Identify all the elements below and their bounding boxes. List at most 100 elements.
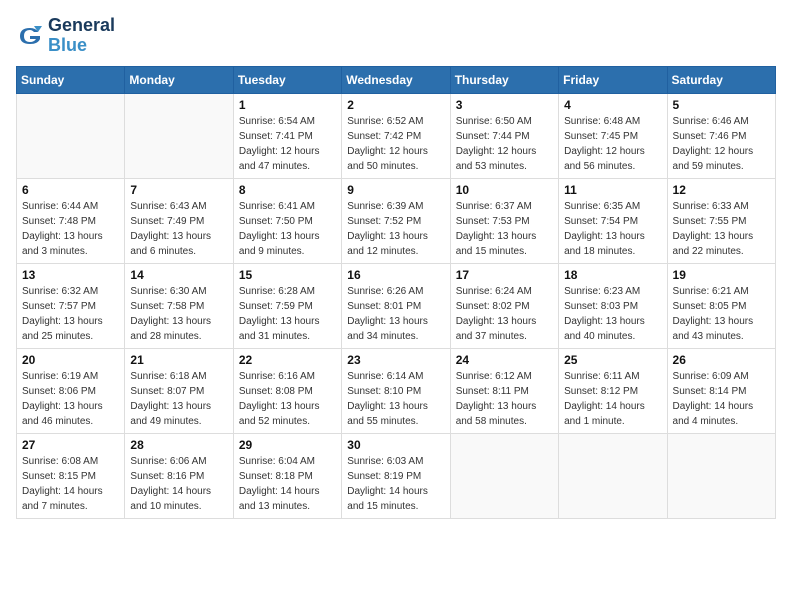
calendar-cell: 6 Sunrise: 6:44 AM Sunset: 7:48 PM Daylig… (17, 178, 125, 263)
day-number: 3 (456, 98, 553, 112)
day-info: Sunrise: 6:14 AM Sunset: 8:10 PM Dayligh… (347, 369, 444, 429)
calendar-cell: 29 Sunrise: 6:04 AM Sunset: 8:18 PM Dayli… (233, 433, 341, 518)
calendar-cell: 13 Sunrise: 6:32 AM Sunset: 7:57 PM Dayli… (17, 263, 125, 348)
calendar-cell: 16Sunrise: 6:26 AM Sunset: 8:01 PM Dayli… (342, 263, 450, 348)
day-number: 27 (22, 438, 119, 452)
calendar-cell: 8 Sunrise: 6:41 AM Sunset: 7:50 PM Daylig… (233, 178, 341, 263)
day-number: 24 (456, 353, 553, 367)
day-info: Sunrise: 6:39 AM Sunset: 7:52 PM Dayligh… (347, 199, 444, 259)
day-info: Sunrise: 6:19 AM Sunset: 8:06 PM Dayligh… (22, 369, 119, 429)
day-info: Sunrise: 6:18 AM Sunset: 8:07 PM Dayligh… (130, 369, 227, 429)
day-info: Sunrise: 6:26 AM Sunset: 8:01 PM Dayligh… (347, 284, 444, 344)
calendar-cell: 2Sunrise: 6:52 AM Sunset: 7:42 PM Daylig… (342, 93, 450, 178)
day-number: 19 (673, 268, 770, 282)
week-row-2: 6 Sunrise: 6:44 AM Sunset: 7:48 PM Daylig… (17, 178, 776, 263)
calendar-cell: 18 Sunrise: 6:23 AM Sunset: 8:03 PM Dayli… (559, 263, 667, 348)
day-number: 17 (456, 268, 553, 282)
day-info: Sunrise: 6:12 AM Sunset: 8:11 PM Dayligh… (456, 369, 553, 429)
day-number: 12 (673, 183, 770, 197)
day-number: 18 (564, 268, 661, 282)
calendar-cell: 9 Sunrise: 6:39 AM Sunset: 7:52 PM Daylig… (342, 178, 450, 263)
calendar-cell: 11 Sunrise: 6:35 AM Sunset: 7:54 PM Dayli… (559, 178, 667, 263)
calendar-cell: 12 Sunrise: 6:33 AM Sunset: 7:55 PM Dayli… (667, 178, 775, 263)
day-number: 30 (347, 438, 444, 452)
day-header-saturday: Saturday (667, 66, 775, 93)
day-header-wednesday: Wednesday (342, 66, 450, 93)
day-info: Sunrise: 6:37 AM Sunset: 7:53 PM Dayligh… (456, 199, 553, 259)
day-info: Sunrise: 6:03 AM Sunset: 8:19 PM Dayligh… (347, 454, 444, 514)
calendar-cell: 19 Sunrise: 6:21 AM Sunset: 8:05 PM Dayli… (667, 263, 775, 348)
day-number: 14 (130, 268, 227, 282)
page-header: General Blue (16, 16, 776, 56)
logo-text: General Blue (48, 16, 115, 56)
day-info: Sunrise: 6:16 AM Sunset: 8:08 PM Dayligh… (239, 369, 336, 429)
calendar-cell: 14 Sunrise: 6:30 AM Sunset: 7:58 PM Dayli… (125, 263, 233, 348)
week-row-1: 1 Sunrise: 6:54 AM Sunset: 7:41 PM Daylig… (17, 93, 776, 178)
calendar-cell: 20 Sunrise: 6:19 AM Sunset: 8:06 PM Dayli… (17, 348, 125, 433)
day-number: 22 (239, 353, 336, 367)
calendar-cell (559, 433, 667, 518)
calendar-cell: 24 Sunrise: 6:12 AM Sunset: 8:11 PM Dayli… (450, 348, 558, 433)
day-header-friday: Friday (559, 66, 667, 93)
day-info: Sunrise: 6:21 AM Sunset: 8:05 PM Dayligh… (673, 284, 770, 344)
day-header-thursday: Thursday (450, 66, 558, 93)
day-info: Sunrise: 6:04 AM Sunset: 8:18 PM Dayligh… (239, 454, 336, 514)
day-number: 25 (564, 353, 661, 367)
day-number: 9 (347, 183, 444, 197)
day-info: Sunrise: 6:24 AM Sunset: 8:02 PM Dayligh… (456, 284, 553, 344)
day-number: 15 (239, 268, 336, 282)
day-number: 26 (673, 353, 770, 367)
day-info: Sunrise: 6:33 AM Sunset: 7:55 PM Dayligh… (673, 199, 770, 259)
day-info: Sunrise: 6:08 AM Sunset: 8:15 PM Dayligh… (22, 454, 119, 514)
day-info: Sunrise: 6:28 AM Sunset: 7:59 PM Dayligh… (239, 284, 336, 344)
calendar-cell: 10 Sunrise: 6:37 AM Sunset: 7:53 PM Dayli… (450, 178, 558, 263)
day-number: 11 (564, 183, 661, 197)
calendar-cell: 21 Sunrise: 6:18 AM Sunset: 8:07 PM Dayli… (125, 348, 233, 433)
day-info: Sunrise: 6:30 AM Sunset: 7:58 PM Dayligh… (130, 284, 227, 344)
day-number: 28 (130, 438, 227, 452)
day-info: Sunrise: 6:32 AM Sunset: 7:57 PM Dayligh… (22, 284, 119, 344)
calendar-cell: 1 Sunrise: 6:54 AM Sunset: 7:41 PM Daylig… (233, 93, 341, 178)
day-number: 21 (130, 353, 227, 367)
day-header-tuesday: Tuesday (233, 66, 341, 93)
calendar-cell: 26Sunrise: 6:09 AM Sunset: 8:14 PM Dayli… (667, 348, 775, 433)
calendar-cell: 22 Sunrise: 6:16 AM Sunset: 8:08 PM Dayli… (233, 348, 341, 433)
day-info: Sunrise: 6:35 AM Sunset: 7:54 PM Dayligh… (564, 199, 661, 259)
day-info: Sunrise: 6:50 AM Sunset: 7:44 PM Dayligh… (456, 114, 553, 174)
day-number: 6 (22, 183, 119, 197)
day-info: Sunrise: 6:54 AM Sunset: 7:41 PM Dayligh… (239, 114, 336, 174)
calendar-table: SundayMondayTuesdayWednesdayThursdayFrid… (16, 66, 776, 519)
calendar-cell: 4Sunrise: 6:48 AM Sunset: 7:45 PM Daylig… (559, 93, 667, 178)
day-number: 10 (456, 183, 553, 197)
day-number: 20 (22, 353, 119, 367)
calendar-cell: 3 Sunrise: 6:50 AM Sunset: 7:44 PM Daylig… (450, 93, 558, 178)
day-header-sunday: Sunday (17, 66, 125, 93)
calendar-cell: 15 Sunrise: 6:28 AM Sunset: 7:59 PM Dayli… (233, 263, 341, 348)
calendar-cell: 27 Sunrise: 6:08 AM Sunset: 8:15 PM Dayli… (17, 433, 125, 518)
calendar-cell: 17 Sunrise: 6:24 AM Sunset: 8:02 PM Dayli… (450, 263, 558, 348)
day-info: Sunrise: 6:23 AM Sunset: 8:03 PM Dayligh… (564, 284, 661, 344)
day-number: 1 (239, 98, 336, 112)
day-info: Sunrise: 6:41 AM Sunset: 7:50 PM Dayligh… (239, 199, 336, 259)
day-info: Sunrise: 6:11 AM Sunset: 8:12 PM Dayligh… (564, 369, 661, 429)
calendar-cell: 23Sunrise: 6:14 AM Sunset: 8:10 PM Dayli… (342, 348, 450, 433)
calendar-cell: 28Sunrise: 6:06 AM Sunset: 8:16 PM Dayli… (125, 433, 233, 518)
calendar-cell: 5Sunrise: 6:46 AM Sunset: 7:46 PM Daylig… (667, 93, 775, 178)
day-info: Sunrise: 6:44 AM Sunset: 7:48 PM Dayligh… (22, 199, 119, 259)
day-number: 7 (130, 183, 227, 197)
week-row-3: 13 Sunrise: 6:32 AM Sunset: 7:57 PM Dayli… (17, 263, 776, 348)
week-row-4: 20 Sunrise: 6:19 AM Sunset: 8:06 PM Dayli… (17, 348, 776, 433)
calendar-cell (17, 93, 125, 178)
calendar-cell: 25 Sunrise: 6:11 AM Sunset: 8:12 PM Dayli… (559, 348, 667, 433)
calendar-cell: 30 Sunrise: 6:03 AM Sunset: 8:19 PM Dayli… (342, 433, 450, 518)
calendar-cell (450, 433, 558, 518)
day-number: 13 (22, 268, 119, 282)
logo: General Blue (16, 16, 115, 56)
day-info: Sunrise: 6:48 AM Sunset: 7:45 PM Dayligh… (564, 114, 661, 174)
day-number: 8 (239, 183, 336, 197)
day-number: 5 (673, 98, 770, 112)
day-number: 2 (347, 98, 444, 112)
logo-icon (16, 22, 44, 50)
day-number: 29 (239, 438, 336, 452)
calendar-cell (125, 93, 233, 178)
